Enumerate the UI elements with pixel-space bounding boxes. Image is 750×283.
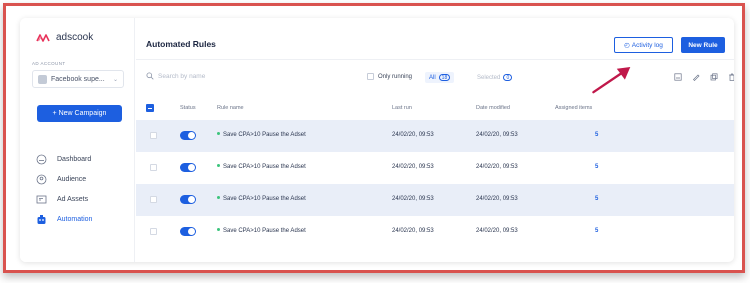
assigned-items-cell[interactable]: 5	[595, 228, 598, 234]
table-header: Status Rule name Last run Date modified …	[146, 104, 726, 116]
sidebar-item-dashboard[interactable]: Dashboard	[36, 149, 92, 169]
audience-icon	[36, 174, 47, 185]
filter-all-tab[interactable]: All 18	[425, 72, 455, 83]
column-header-rule-name[interactable]: Rule name	[217, 105, 244, 111]
rule-name: Save CPA>10 Pause the Adset	[223, 196, 306, 202]
last-run-cell: 24/02/20, 09:53	[392, 196, 434, 202]
column-header-date-modified[interactable]: Date modified	[476, 105, 510, 111]
status-toggle[interactable]	[180, 163, 196, 172]
main-content: Automated Rules ◴ Activity log New Rule …	[136, 18, 734, 262]
brand-name: adscook	[56, 32, 94, 43]
sidebar: adscook AD ACCOUNT Facebook supe... ⌄ + …	[20, 18, 135, 262]
brand-logo[interactable]: adscook	[36, 32, 93, 43]
rule-name: Save CPA>10 Pause the Adset	[223, 132, 306, 138]
sidebar-item-label: Ad Assets	[57, 195, 89, 203]
new-campaign-button[interactable]: + New Campaign	[37, 105, 122, 122]
highlight-frame: adscook AD ACCOUNT Facebook supe... ⌄ + …	[3, 3, 745, 273]
row-checkbox[interactable]	[150, 164, 157, 171]
activity-log-button[interactable]: ◴ Activity log	[614, 37, 673, 53]
status-toggle[interactable]	[180, 131, 196, 140]
date-modified-cell: 24/02/20, 09:53	[476, 164, 518, 170]
app-window: adscook AD ACCOUNT Facebook supe... ⌄ + …	[20, 18, 734, 262]
rule-name: Save CPA>10 Pause the Adset	[223, 228, 306, 234]
column-header-last-run[interactable]: Last run	[392, 105, 412, 111]
row-checkbox[interactable]	[150, 196, 157, 203]
activity-log-label: Activity log	[631, 41, 663, 49]
status-toggle[interactable]	[180, 195, 196, 204]
running-dot-icon	[217, 195, 220, 199]
header-divider	[136, 59, 734, 60]
rule-name-cell[interactable]: Save CPA>10 Pause the Adset	[217, 227, 306, 234]
sidebar-item-label: Audience	[57, 175, 87, 183]
search-input[interactable]: Search by name	[146, 72, 205, 80]
page-title: Automated Rules	[146, 39, 216, 49]
status-toggle[interactable]	[180, 227, 196, 236]
sidebar-item-ad-assets[interactable]: Ad Assets	[36, 189, 92, 209]
assigned-items-cell[interactable]: 5	[595, 164, 598, 170]
sidebar-item-automation[interactable]: Automation	[36, 209, 92, 229]
assigned-items-cell[interactable]: 5	[595, 196, 598, 202]
bulk-action-tools	[674, 73, 734, 81]
filter-selected-label: Selected	[477, 74, 501, 81]
only-running-toggle[interactable]: Only running	[367, 73, 412, 80]
ad-account-value: Facebook supe...	[51, 75, 105, 83]
search-placeholder: Search by name	[158, 72, 206, 80]
running-dot-icon	[217, 227, 220, 231]
date-modified-cell: 24/02/20, 09:53	[476, 196, 518, 202]
ad-account-select[interactable]: Facebook supe... ⌄	[32, 70, 124, 88]
facebook-icon	[38, 74, 47, 84]
filter-all-label: All	[429, 74, 436, 81]
running-dot-icon	[217, 131, 220, 135]
rule-name-cell[interactable]: Save CPA>10 Pause the Adset	[217, 163, 306, 170]
dashboard-icon	[36, 154, 47, 165]
callout-arrow-icon	[592, 67, 631, 94]
select-all-checkbox[interactable]	[146, 104, 154, 112]
column-header-assigned-items[interactable]: Assigned items	[555, 105, 592, 111]
ad-account-label: AD ACCOUNT	[32, 61, 66, 66]
automation-icon	[36, 214, 47, 225]
ad-assets-icon	[36, 194, 47, 205]
table-row[interactable]: Save CPA>10 Pause the Adset 24/02/20, 09…	[136, 184, 734, 216]
only-running-checkbox[interactable]	[367, 73, 374, 80]
table-row[interactable]: Save CPA>10 Pause the Adset 24/02/20, 09…	[136, 216, 734, 248]
date-modified-cell: 24/02/20, 09:53	[476, 228, 518, 234]
sidebar-item-label: Dashboard	[57, 155, 92, 163]
sidebar-item-label: Automation	[57, 215, 93, 223]
sidebar-nav: Dashboard Audience Ad Assets Automation	[36, 149, 92, 229]
edit-icon[interactable]	[692, 73, 700, 81]
delete-icon[interactable]	[728, 73, 734, 81]
table-row[interactable]: Save CPA>10 Pause the Adset 24/02/20, 09…	[136, 120, 734, 152]
selected-count-badge: 0	[503, 74, 513, 81]
report-icon[interactable]	[674, 73, 682, 81]
table-row[interactable]: Save CPA>10 Pause the Adset 24/02/20, 09…	[136, 152, 734, 184]
assigned-items-cell[interactable]: 5	[595, 132, 598, 138]
chevron-down-icon: ⌄	[112, 76, 118, 83]
rule-name-cell[interactable]: Save CPA>10 Pause the Adset	[217, 131, 306, 138]
last-run-cell: 24/02/20, 09:53	[392, 228, 434, 234]
only-running-label: Only running	[378, 73, 413, 80]
adscook-logo-icon	[36, 33, 50, 42]
search-icon	[146, 72, 154, 80]
all-count-badge: 18	[438, 74, 451, 81]
row-checkbox[interactable]	[150, 228, 157, 235]
rule-name: Save CPA>10 Pause the Adset	[223, 164, 306, 170]
last-run-cell: 24/02/20, 09:53	[392, 164, 434, 170]
duplicate-icon[interactable]	[710, 73, 718, 81]
rules-table: Save CPA>10 Pause the Adset 24/02/20, 09…	[136, 120, 734, 248]
date-modified-cell: 24/02/20, 09:53	[476, 132, 518, 138]
sidebar-item-audience[interactable]: Audience	[36, 169, 92, 189]
filter-selected-tab[interactable]: Selected 0	[477, 74, 513, 81]
rule-name-cell[interactable]: Save CPA>10 Pause the Adset	[217, 195, 306, 202]
new-rule-button[interactable]: New Rule	[681, 37, 725, 53]
column-header-status[interactable]: Status	[180, 105, 196, 111]
last-run-cell: 24/02/20, 09:53	[392, 132, 434, 138]
clock-icon: ◴	[624, 42, 630, 49]
row-checkbox[interactable]	[150, 132, 157, 139]
running-dot-icon	[217, 163, 220, 167]
